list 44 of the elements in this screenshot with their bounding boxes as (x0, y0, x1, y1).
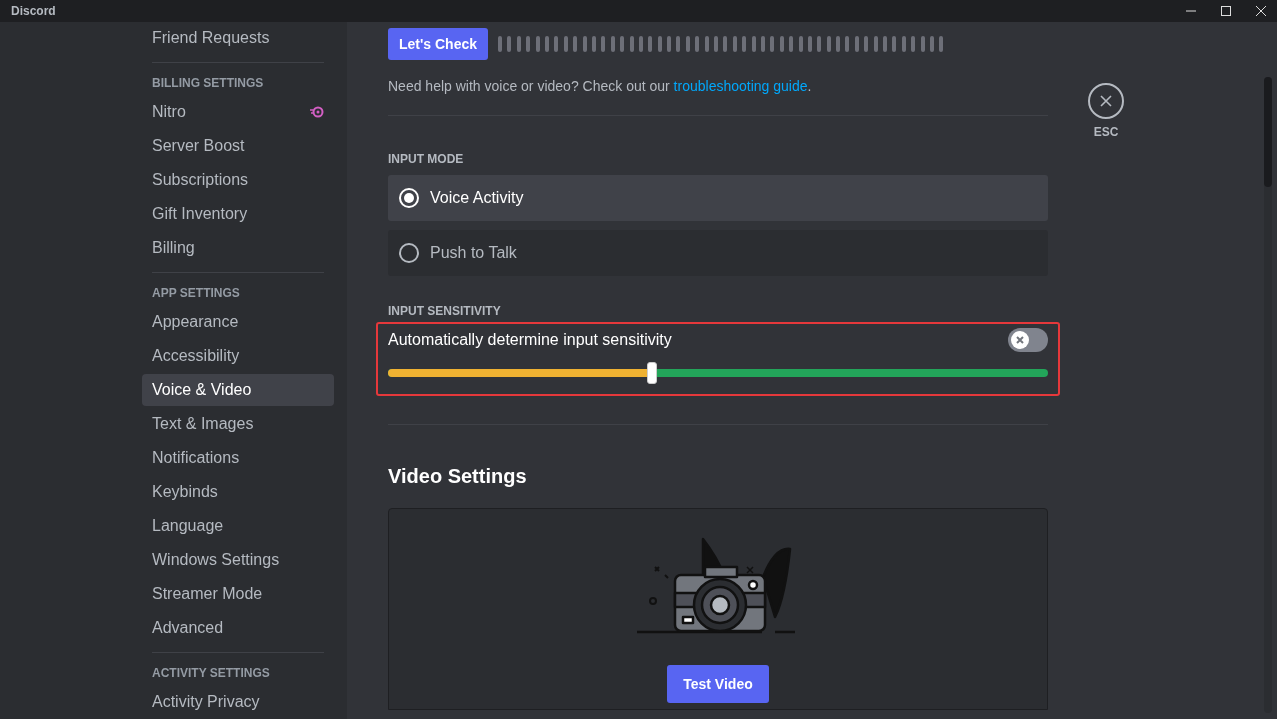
radio-icon (399, 243, 419, 263)
sidebar-item[interactable]: Windows Settings (142, 544, 334, 576)
sidebar-item[interactable]: Language (142, 510, 334, 542)
sidebar-item[interactable]: Notifications (142, 442, 334, 474)
sidebar-item[interactable]: Server Boost (142, 130, 334, 162)
section-header: INPUT SENSITIVITY (388, 304, 502, 318)
section-header: APP SETTINGS (151, 285, 241, 302)
section-header: INPUT MODE (388, 152, 465, 166)
esc-label: ESC (1093, 125, 1119, 139)
troubleshooting-link[interactable]: troubleshooting guide (673, 78, 808, 94)
sensitivity-slider[interactable] (388, 362, 1048, 384)
sidebar-item[interactable]: Gift Inventory (142, 198, 334, 230)
maximize-icon[interactable] (1220, 5, 1232, 17)
sidebar-item[interactable]: Accessibility (142, 340, 334, 372)
radio-icon (399, 188, 419, 208)
section-header: BILLING SETTINGS (151, 75, 265, 92)
test-video-button[interactable]: Test Video (667, 665, 769, 703)
x-icon (1016, 336, 1024, 344)
lets-check-button[interactable]: Let's Check (388, 28, 489, 60)
window-title: Discord (11, 4, 56, 18)
radio-option[interactable]: Push to Talk (388, 230, 1048, 276)
close-icon[interactable] (1255, 5, 1267, 17)
sidebar-item[interactable]: Text & Images (142, 408, 334, 440)
auto-sensitivity-label: Automatically determine input sensitivity (388, 331, 672, 349)
section-title: Video Settings (388, 465, 528, 488)
radio-option[interactable]: Voice Activity (388, 175, 1048, 221)
nitro-icon (310, 106, 324, 118)
toggle-switch[interactable] (1008, 328, 1048, 352)
sidebar-item[interactable]: Appearance (142, 306, 334, 338)
sidebar-item[interactable]: Streamer Mode (142, 578, 334, 610)
close-button[interactable] (1088, 83, 1124, 119)
sidebar-item[interactable]: Subscriptions (142, 164, 334, 196)
sidebar-item[interactable]: Advanced (142, 612, 334, 644)
close-icon (1100, 95, 1112, 107)
sidebar-item[interactable]: Voice & Video (142, 374, 334, 406)
sidebar-item[interactable]: Activity Privacy (142, 686, 334, 718)
sidebar-item[interactable]: Billing (142, 232, 334, 264)
section-header: ACTIVITY SETTINGS (151, 665, 271, 682)
help-text: Need help with voice or video? Check out our troubleshooting guide. (388, 78, 813, 94)
sidebar-item[interactable]: Keybinds (142, 476, 334, 508)
sidebar-item[interactable]: Nitro (142, 96, 334, 128)
sidebar-item[interactable]: Friend Requests (142, 22, 334, 54)
slider-handle[interactable] (647, 362, 657, 384)
scrollbar[interactable] (1264, 77, 1272, 713)
